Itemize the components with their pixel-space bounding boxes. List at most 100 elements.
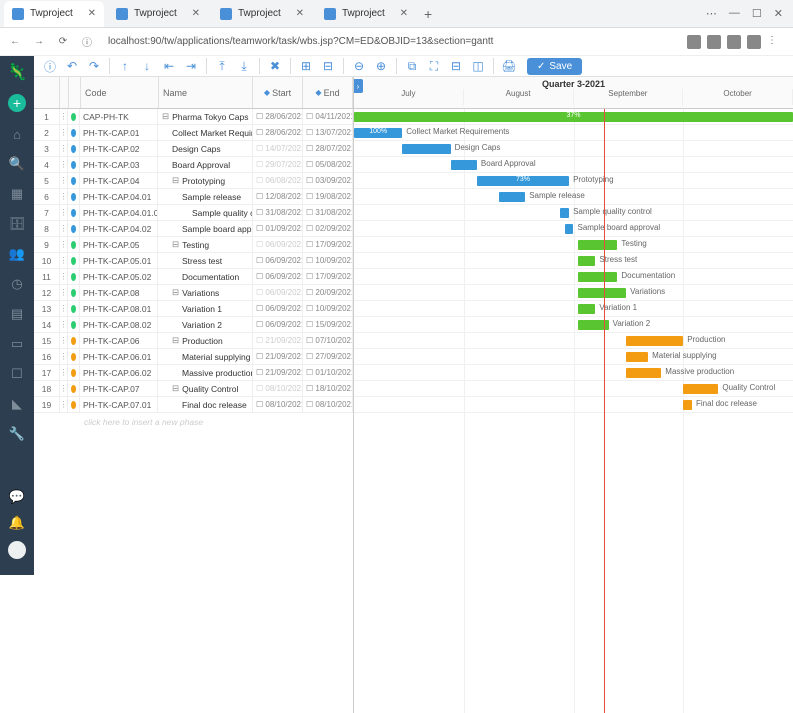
status-dot[interactable] [68, 205, 80, 220]
status-dot[interactable] [68, 237, 80, 252]
briefcase-icon[interactable]: 🗄 [9, 216, 25, 232]
col-code[interactable]: Code [81, 77, 159, 108]
timeline-button[interactable]: ⊟ [446, 56, 466, 76]
drag-handle-icon[interactable]: ⋮ [60, 301, 68, 316]
task-start[interactable]: ☐ 06/09/2021 [253, 253, 303, 268]
task-code[interactable]: PH-TK-CAP.03 [80, 157, 158, 172]
splitter-handle[interactable]: ‹› [354, 79, 363, 93]
drag-handle-icon[interactable]: ⋮ [60, 189, 68, 204]
task-row[interactable]: 5⋮PH-TK-CAP.04⊟Prototyping☐ 06/08/2021☐ … [34, 173, 353, 189]
ext-icon[interactable] [687, 35, 701, 49]
drag-handle-icon[interactable]: ⋮ [60, 253, 68, 268]
browser-tab[interactable]: Twproject✕ [4, 1, 104, 27]
info-icon[interactable]: ⓘ [78, 33, 96, 51]
undo-button[interactable]: ↶ [62, 56, 82, 76]
task-row[interactable]: 11⋮PH-TK-CAP.05.02Documentation☐ 06/09/2… [34, 269, 353, 285]
task-row[interactable]: 18⋮PH-TK-CAP.07⊟Quality Control☐ 08/10/2… [34, 381, 353, 397]
task-name[interactable]: Material supplying [158, 349, 253, 364]
gantt-bar[interactable]: Design Caps [402, 144, 450, 154]
status-dot[interactable] [68, 365, 80, 380]
task-end[interactable]: ☐ 13/07/2021 [303, 125, 353, 140]
doc-icon[interactable]: ▭ [9, 336, 25, 352]
task-code[interactable]: PH-TK-CAP.05.02 [80, 269, 158, 284]
move-down-button[interactable]: ⤓ [234, 56, 254, 76]
insert-below-button[interactable]: ↓ [137, 56, 157, 76]
status-dot[interactable] [68, 301, 80, 316]
expand-toggle-icon[interactable]: ⊟ [162, 111, 169, 122]
gantt-bar[interactable]: Quality Control [683, 384, 718, 394]
task-code[interactable]: PH-TK-CAP.02 [80, 141, 158, 156]
task-end[interactable]: ☐ 15/09/2021 [303, 317, 353, 332]
task-start[interactable]: ☐ 08/10/2021 [253, 397, 303, 412]
redo-button[interactable]: ↷ [84, 56, 104, 76]
task-code[interactable]: PH-TK-CAP.08.02 [80, 317, 158, 332]
task-end[interactable]: ☐ 05/08/2021 [303, 157, 353, 172]
task-code[interactable]: CAP-PH-TK [80, 109, 158, 124]
task-end[interactable]: ☐ 18/10/2021 [303, 381, 353, 396]
task-code[interactable]: PH-TK-CAP.07.01 [80, 397, 158, 412]
task-end[interactable]: ☐ 31/08/2021 [303, 205, 353, 220]
task-start[interactable]: ☐ 21/09/2021 [253, 333, 303, 348]
gantt-bar[interactable]: Final doc release [683, 400, 692, 410]
status-dot[interactable] [68, 189, 80, 204]
status-dot[interactable] [68, 285, 80, 300]
url-field[interactable]: localhost:90/tw/applications/teamwork/ta… [102, 36, 675, 47]
task-name[interactable]: Stress test [158, 253, 253, 268]
status-dot[interactable] [68, 333, 80, 348]
tab-close-icon[interactable]: ✕ [192, 8, 200, 19]
bell-icon[interactable]: 🔔 [9, 515, 25, 531]
ext-icon[interactable] [747, 35, 761, 49]
task-name[interactable]: ⊟Prototyping [158, 173, 253, 188]
app-logo-icon[interactable]: 🦎 [9, 64, 25, 80]
task-end[interactable]: ☐ 27/09/2021 [303, 349, 353, 364]
task-start[interactable]: ☐ 31/08/2021 [253, 205, 303, 220]
task-row[interactable]: 19⋮PH-TK-CAP.07.01Final doc release☐ 08/… [34, 397, 353, 413]
status-dot[interactable] [68, 221, 80, 236]
task-start[interactable]: ☐ 08/10/2021 [253, 381, 303, 396]
task-row[interactable]: 10⋮PH-TK-CAP.05.01Stress test☐ 06/09/202… [34, 253, 353, 269]
task-code[interactable]: PH-TK-CAP.07 [80, 381, 158, 396]
gantt-bar[interactable]: Sample quality control [560, 208, 569, 218]
drag-handle-icon[interactable]: ⋮ [60, 381, 68, 396]
task-code[interactable]: PH-TK-CAP.08.01 [80, 301, 158, 316]
status-dot[interactable] [68, 253, 80, 268]
expand-toggle-icon[interactable]: ⊟ [172, 175, 179, 186]
task-start[interactable]: ☐ 28/06/2021 [253, 109, 303, 124]
gantt-bar[interactable]: 37% [354, 112, 793, 122]
clock-icon[interactable]: ◷ [9, 276, 25, 292]
zoom-out-button[interactable]: ⊖ [349, 56, 369, 76]
task-row[interactable]: 7⋮PH-TK-CAP.04.01.01Sample quality contr… [34, 205, 353, 221]
drag-handle-icon[interactable]: ⋮ [60, 333, 68, 348]
status-dot[interactable] [68, 109, 80, 124]
task-name[interactable]: Sample release [158, 189, 253, 204]
wrench-icon[interactable]: 🔧 [9, 426, 25, 442]
task-name[interactable]: ⊟Pharma Tokyo Caps [158, 109, 253, 124]
menu-icon[interactable]: ⋮ [767, 35, 781, 49]
task-code[interactable]: PH-TK-CAP.08 [80, 285, 158, 300]
drag-handle-icon[interactable]: ⋮ [60, 125, 68, 140]
drag-handle-icon[interactable]: ⋮ [60, 317, 68, 332]
task-row[interactable]: 9⋮PH-TK-CAP.05⊟Testing☐ 06/09/2021☐ 17/0… [34, 237, 353, 253]
expand-toggle-icon[interactable]: ⊟ [172, 383, 179, 394]
col-start[interactable]: ◆Start [253, 77, 303, 108]
task-end[interactable]: ☐ 04/11/2021 [303, 109, 353, 124]
gantt-bar[interactable]: 100%Collect Market Requirements [354, 128, 402, 138]
drag-handle-icon[interactable]: ⋮ [60, 173, 68, 188]
status-dot[interactable] [68, 173, 80, 188]
new-row-placeholder[interactable]: click here to insert a new phase [34, 413, 353, 427]
task-start[interactable]: ☐ 28/06/2021 [253, 125, 303, 140]
gantt-bar[interactable]: Massive production [626, 368, 661, 378]
task-start[interactable]: ☐ 06/09/2021 [253, 237, 303, 252]
back-icon[interactable]: ← [6, 33, 24, 51]
task-end[interactable]: ☐ 01/10/2021 [303, 365, 353, 380]
info-button[interactable]: ⓘ [40, 56, 60, 76]
move-up-button[interactable]: ⤒ [212, 56, 232, 76]
drag-handle-icon[interactable]: ⋮ [60, 109, 68, 124]
expand-toggle-icon[interactable]: ⊟ [172, 239, 179, 250]
task-name[interactable]: Massive production [158, 365, 253, 380]
task-name[interactable]: Documentation [158, 269, 253, 284]
task-row[interactable]: 17⋮PH-TK-CAP.06.02Massive production☐ 21… [34, 365, 353, 381]
task-row[interactable]: 13⋮PH-TK-CAP.08.01Variation 1☐ 06/09/202… [34, 301, 353, 317]
status-dot[interactable] [68, 397, 80, 412]
expand-toggle-icon[interactable]: ⊟ [172, 287, 179, 298]
